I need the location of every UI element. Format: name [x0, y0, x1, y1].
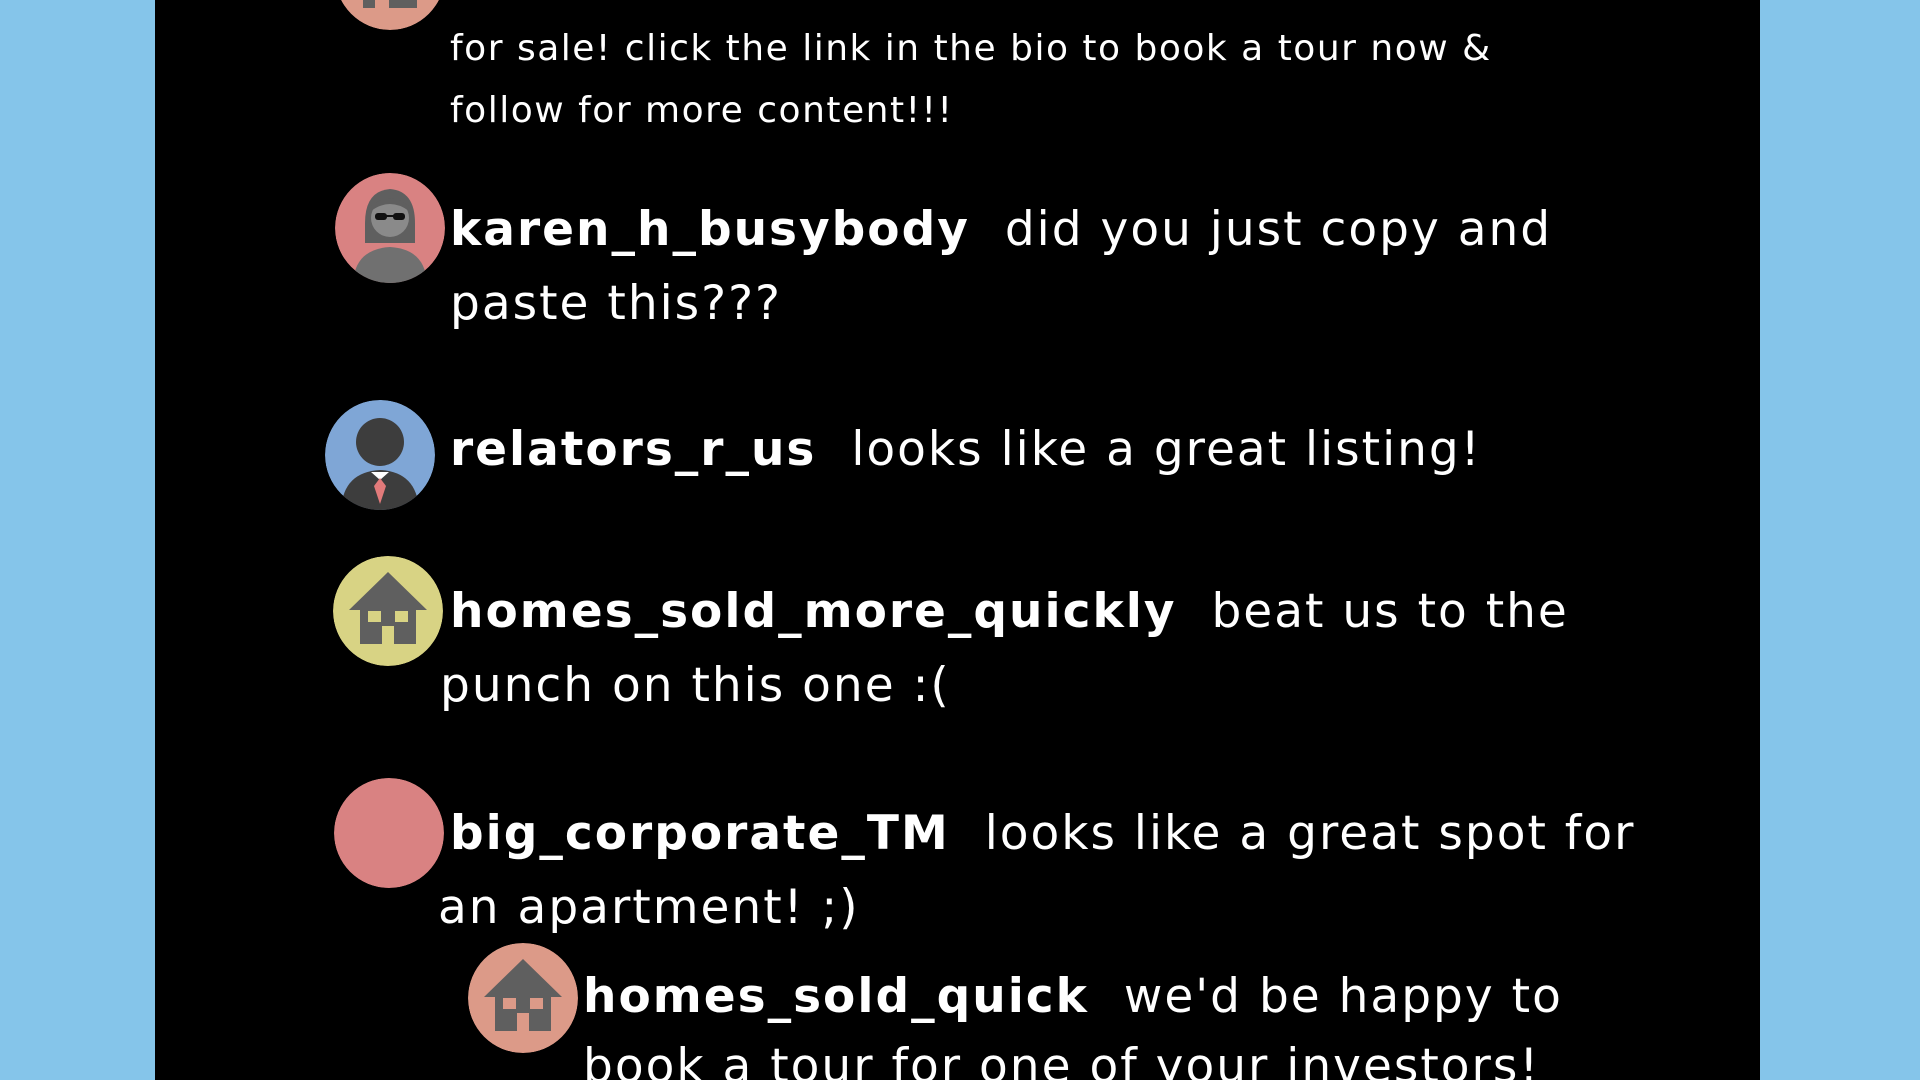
- comment-username[interactable]: homes_sold_more_quickly: [450, 584, 1177, 639]
- comment-line: follow for more content!!!: [450, 90, 954, 131]
- comment-line: paste this???: [450, 276, 783, 331]
- comment-line: book a tour for one of your investors!: [583, 1039, 1541, 1080]
- comment-line: an apartment! ;): [438, 880, 860, 935]
- comment-line: we'd be happy to: [1123, 969, 1563, 1024]
- house-avatar[interactable]: [468, 943, 578, 1053]
- comment-line: punch on this one :(: [440, 658, 951, 713]
- house-avatar[interactable]: [333, 556, 443, 666]
- comment-text: karen_h_busybody did you just copy and p…: [450, 193, 1630, 341]
- comment-line: beat us to the: [1211, 584, 1569, 639]
- house-avatar[interactable]: [335, 0, 445, 30]
- comment-username[interactable]: homes_sold_quick: [583, 969, 1089, 1024]
- woman-sunglasses-avatar[interactable]: [335, 173, 445, 283]
- comment-line: for sale! click the link in the bio to b…: [450, 28, 1492, 69]
- businessman-avatar[interactable]: [325, 400, 435, 510]
- comment-text: homes_sold_quick we'd be happy to book a…: [583, 962, 1643, 1080]
- comment-line: did you just copy and: [1004, 202, 1553, 257]
- comment-text: relators_r_us looks like a great listing…: [450, 413, 1650, 487]
- comment-username[interactable]: big_corporate_TM: [450, 806, 950, 861]
- comments-panel: for sale! click the link in the bio to b…: [155, 0, 1760, 1080]
- comment-username[interactable]: karen_h_busybody: [450, 202, 970, 257]
- comment-username[interactable]: relators_r_us: [450, 422, 816, 477]
- comment-line: looks like a great spot for: [984, 806, 1636, 861]
- comment-text: for sale! click the link in the bio to b…: [450, 18, 1650, 142]
- comment-text: big_corporate_TM looks like a great spot…: [438, 797, 1680, 945]
- blank-avatar[interactable]: [334, 778, 444, 888]
- comment-text: homes_sold_more_quickly beat us to the p…: [440, 575, 1600, 723]
- comment-line: looks like a great listing!: [851, 422, 1482, 477]
